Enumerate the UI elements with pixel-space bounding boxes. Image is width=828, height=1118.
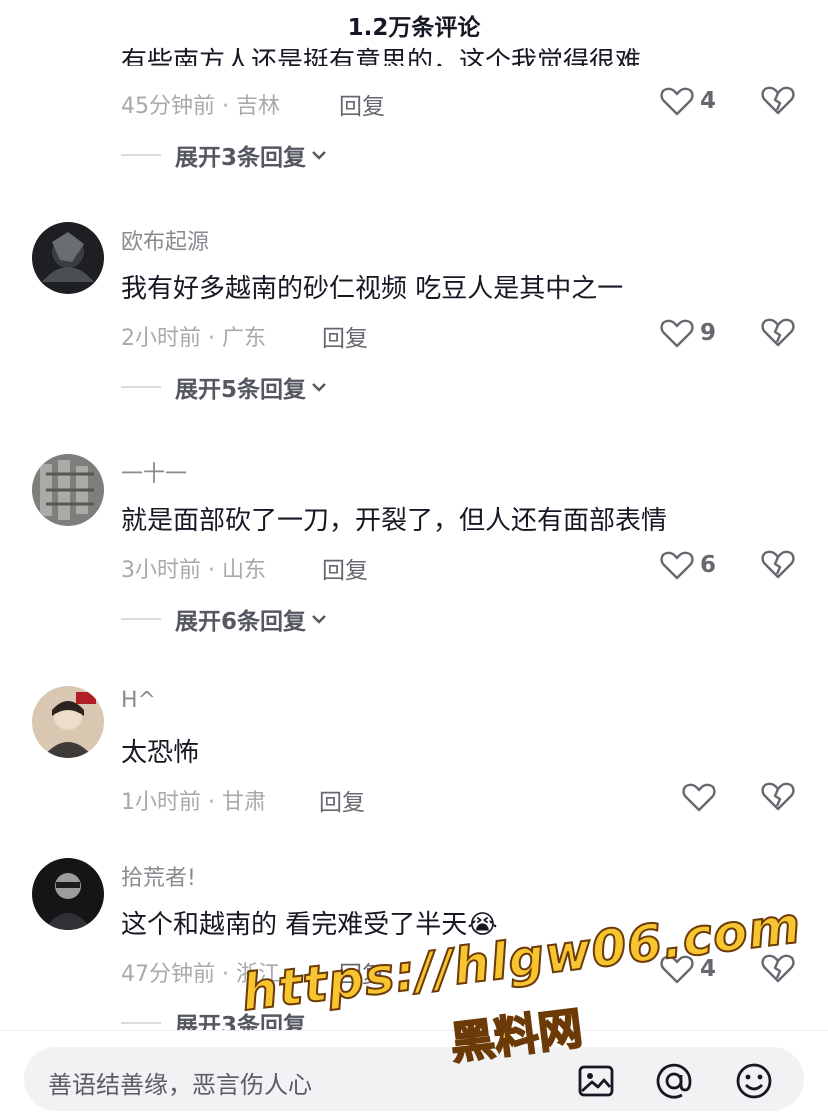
like-count: 4 — [700, 88, 717, 114]
dislike-button[interactable] — [761, 316, 795, 350]
heart-outline-icon — [660, 87, 694, 116]
comments-header: 1.2万条评论 — [0, 0, 828, 44]
like-button[interactable]: 9 — [660, 316, 716, 350]
heart-outline-icon — [660, 551, 694, 580]
comment-meta: 3小时前 · 山东 — [121, 558, 266, 583]
dislike-button[interactable] — [761, 952, 795, 986]
reply-button[interactable]: 回复 — [322, 319, 368, 353]
comment-text: 这个和越南的 看完难受了半天😭 — [121, 910, 498, 940]
expand-replies-label: 展开5条回复 — [175, 377, 307, 403]
comment-text: 就是面部砍了一刀，开裂了，但人还有面部表情 — [121, 506, 668, 536]
expand-replies-label: 展开6条回复 — [175, 609, 307, 635]
chevron-down-icon — [312, 151, 326, 160]
heart-outline-icon — [682, 783, 716, 812]
like-count: 9 — [700, 320, 717, 346]
emoji-icon — [736, 1063, 772, 1099]
like-count: 4 — [700, 956, 717, 982]
like-button[interactable]: 4 — [660, 952, 716, 986]
dislike-button[interactable] — [761, 548, 795, 582]
avatar[interactable] — [32, 222, 104, 294]
divider-line — [121, 386, 161, 388]
broken-heart-icon — [761, 550, 795, 579]
mention-button[interactable] — [654, 1061, 694, 1101]
comments-count-title: 1.2万条评论 — [347, 15, 481, 41]
reply-button[interactable]: 回复 — [319, 783, 365, 817]
broken-heart-icon — [761, 318, 795, 347]
comment-username[interactable]: H^ — [121, 688, 156, 713]
comment-input-placeholder: 善语结善缘，恶言伤人心 — [48, 1071, 312, 1099]
chevron-down-icon — [312, 383, 326, 392]
emoji-button[interactable] — [734, 1061, 774, 1101]
avatar[interactable] — [32, 858, 104, 930]
divider-line — [121, 154, 161, 156]
avatar[interactable] — [32, 454, 104, 526]
divider-line — [121, 618, 161, 620]
comment-text: 我有好多越南的砂仁视频 吃豆人是其中之一 — [121, 274, 624, 304]
reply-button[interactable]: 回复 — [322, 551, 368, 585]
chevron-down-icon — [312, 615, 326, 624]
expand-replies[interactable]: 展开3条回复 — [121, 140, 328, 171]
image-icon — [578, 1065, 614, 1097]
expand-replies[interactable]: 展开5条回复 — [121, 372, 328, 403]
heart-outline-icon — [660, 319, 694, 348]
avatar[interactable] — [32, 686, 104, 758]
image-button[interactable] — [576, 1061, 616, 1101]
comment-meta: 47分钟前 · 浙江 — [121, 962, 280, 987]
expand-replies-label: 展开3条回复 — [175, 145, 307, 171]
dislike-button[interactable] — [761, 780, 795, 814]
at-icon — [656, 1063, 692, 1099]
comment-meta: 45分钟前 · 吉林 — [121, 94, 280, 119]
comment-username[interactable]: 一十一 — [121, 456, 187, 488]
like-button[interactable] — [682, 780, 716, 814]
reply-button[interactable]: 回复 — [339, 955, 385, 989]
broken-heart-icon — [761, 954, 795, 983]
broken-heart-icon — [761, 782, 795, 811]
broken-heart-icon — [761, 86, 795, 115]
divider-line — [121, 1022, 161, 1024]
comment-input[interactable]: 善语结善缘，恶言伤人心 — [24, 1047, 804, 1111]
comment-text: 太恐怖 — [121, 738, 200, 768]
comment-meta: 2小时前 · 广东 — [121, 326, 266, 351]
comment-meta: 1小时前 · 甘肃 — [121, 790, 266, 815]
reply-button[interactable]: 回复 — [339, 87, 385, 121]
heart-outline-icon — [660, 955, 694, 984]
comment-username[interactable]: 拾荒者! — [121, 860, 196, 892]
comment-username[interactable]: 欧布起源 — [121, 224, 209, 256]
dislike-button[interactable] — [761, 84, 795, 118]
like-button[interactable]: 6 — [660, 548, 716, 582]
comment-input-bar: 善语结善缘，恶言伤人心 — [0, 1030, 828, 1118]
like-button[interactable]: 4 — [660, 84, 716, 118]
like-count: 6 — [700, 552, 717, 578]
expand-replies[interactable]: 展开6条回复 — [121, 604, 328, 635]
